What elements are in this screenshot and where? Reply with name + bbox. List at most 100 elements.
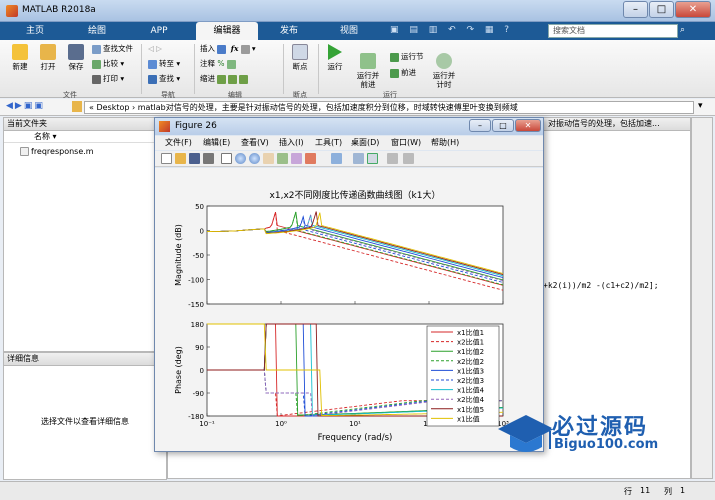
- open-file-icon[interactable]: [175, 153, 186, 164]
- tab-editor[interactable]: 编辑器: [196, 22, 258, 40]
- search-icon[interactable]: ⌕: [680, 25, 685, 35]
- run-section-button[interactable]: 运行节: [390, 52, 424, 62]
- hide-tools-icon[interactable]: [387, 153, 398, 164]
- fx-icon: fx: [230, 44, 239, 53]
- insert-button[interactable]: 插入 fx ▾: [200, 44, 256, 54]
- menu-view[interactable]: 查看(V): [241, 137, 269, 149]
- legend-entry: x1比值5: [457, 405, 484, 414]
- save-figure-icon[interactable]: [189, 153, 200, 164]
- x-axis-label: Frequency (rad/s): [318, 433, 393, 443]
- menu-tools[interactable]: 工具(T): [315, 137, 342, 149]
- pan-icon[interactable]: [263, 153, 274, 164]
- tab-view[interactable]: 视图: [322, 22, 376, 40]
- comment-button[interactable]: 注释 %: [200, 59, 238, 69]
- goto-button[interactable]: 转至 ▾: [148, 59, 180, 69]
- figure-maximize-button[interactable]: □: [492, 119, 514, 132]
- y-tick-label: -90: [193, 390, 204, 398]
- zoom-out-icon[interactable]: [249, 153, 260, 164]
- zoom-in-icon[interactable]: [235, 153, 246, 164]
- tab-home[interactable]: 主页: [8, 22, 62, 40]
- run-and-advance-button[interactable]: 运行并 前进: [352, 44, 384, 89]
- status-row-value: 11: [640, 486, 651, 495]
- brush-icon[interactable]: [305, 153, 316, 164]
- file-item[interactable]: freqresponse.m: [4, 146, 166, 157]
- advance-icon: [390, 68, 399, 78]
- link-plot-icon[interactable]: [331, 153, 342, 164]
- y-tick-label: -50: [193, 252, 204, 260]
- quick-access-toolbar[interactable]: ▣ ▤ ▥ ↶ ↷ ▦ ?: [390, 25, 540, 37]
- group-label-breakpoints: 断点: [293, 91, 307, 99]
- find-files-icon: [92, 44, 101, 54]
- legend-icon[interactable]: [367, 153, 378, 164]
- save-button[interactable]: 保存: [62, 44, 90, 71]
- print-figure-icon[interactable]: [203, 153, 214, 164]
- folder-icon: [40, 44, 56, 60]
- advance-button[interactable]: 前进: [390, 68, 416, 78]
- x-tick-label: 10⁻¹: [199, 420, 215, 428]
- ribbon-tab-bar: 主页 绘图 APP 编辑器 发布 视图 ▣ ▤ ▥ ↶ ↷ ▦ ? 搜索文档 ⌕: [0, 22, 715, 40]
- group-label-edit: 编辑: [228, 91, 242, 99]
- x-tick-label: 10¹: [349, 420, 361, 428]
- title-bar: MATLAB R2018a – □ ✕: [0, 0, 715, 22]
- close-button[interactable]: ✕: [675, 1, 711, 18]
- insert-icon: [217, 44, 227, 54]
- print-button[interactable]: 打印 ▾: [92, 74, 124, 84]
- run-and-time-button[interactable]: 运行并 计时: [428, 44, 460, 89]
- menu-window[interactable]: 窗口(W): [391, 137, 421, 149]
- legend-entry: x1比值1: [457, 328, 484, 337]
- figure-close-button[interactable]: ✕: [515, 119, 541, 132]
- details-header: 详细信息: [4, 353, 166, 366]
- search-input[interactable]: 搜索文档: [548, 24, 678, 38]
- legend-entry: x1比值4: [457, 386, 485, 395]
- menu-help[interactable]: 帮助(H): [431, 137, 459, 149]
- new-button[interactable]: 新建: [6, 44, 34, 71]
- figure-minimize-button[interactable]: –: [469, 119, 491, 132]
- outdent-icon: [228, 74, 238, 84]
- figure-logo-icon: [159, 121, 170, 132]
- current-path-input[interactable]: « Desktop › matlab对信号的处理，主要是针对振动信号的处理，包括…: [84, 101, 694, 114]
- find-files-button[interactable]: 查找文件: [92, 44, 133, 54]
- current-folder-panel: 当前文件夹 名称 ▾ freqresponse.m: [3, 117, 167, 352]
- details-placeholder: 选择文件以查看详细信息: [41, 417, 129, 426]
- breakpoints-button[interactable]: 断点: [286, 44, 314, 71]
- data-cursor-icon[interactable]: [291, 153, 302, 164]
- nav-buttons[interactable]: ◀▶▣▣: [6, 101, 45, 111]
- save-icon: [68, 44, 84, 60]
- menu-desktop[interactable]: 桌面(D): [351, 137, 379, 149]
- edit-plot-icon[interactable]: [221, 153, 232, 164]
- show-tools-icon[interactable]: [403, 153, 414, 164]
- colorbar-icon[interactable]: [353, 153, 364, 164]
- status-bar: 行 11 列 1: [0, 481, 715, 500]
- menu-file[interactable]: 文件(F): [165, 137, 192, 149]
- legend-entry: x2比值1: [457, 338, 484, 347]
- brand-watermark: 必过源码 Biguo100.com: [490, 405, 710, 465]
- comment-toggle-icon: [226, 59, 236, 69]
- tab-apps[interactable]: APP: [132, 22, 186, 40]
- find-button[interactable]: 查找 ▾: [148, 74, 180, 84]
- legend-entry: x1比值3: [457, 366, 484, 375]
- tab-publish[interactable]: 发布: [262, 22, 316, 40]
- address-bar: ◀▶▣▣ « Desktop › matlab对信号的处理，主要是针对振动信号的…: [0, 99, 715, 116]
- open-button[interactable]: 打开: [34, 44, 62, 71]
- editor-ribbon: 新建 打开 保存 查找文件 比较 ▾ 打印 ▾ 文件 ◁ ▷ 转至 ▾ 查找 ▾…: [0, 40, 715, 99]
- nav-back-forward[interactable]: ◁ ▷: [148, 44, 162, 53]
- figure-menu-bar: 文件(F) 编辑(E) 查看(V) 插入(I) 工具(T) 桌面(D) 窗口(W…: [155, 136, 543, 150]
- path-browse-button[interactable]: ▾: [698, 101, 703, 111]
- indent-button[interactable]: 缩进: [200, 74, 250, 84]
- menu-edit[interactable]: 编辑(E): [203, 137, 230, 149]
- compare-button[interactable]: 比较 ▾: [92, 59, 124, 69]
- new-figure-icon[interactable]: [161, 153, 172, 164]
- percent-icon: %: [217, 59, 225, 68]
- indent-icon: [217, 74, 227, 84]
- group-label-run: 运行: [383, 91, 397, 99]
- menu-insert[interactable]: 插入(I): [279, 137, 304, 149]
- run-section-icon: [390, 52, 399, 62]
- run-button[interactable]: 运行: [322, 44, 348, 71]
- tab-plots[interactable]: 绘图: [70, 22, 124, 40]
- column-header-name[interactable]: 名称 ▾: [4, 131, 166, 143]
- maximize-button[interactable]: □: [649, 1, 674, 18]
- minimize-button[interactable]: –: [623, 1, 648, 18]
- smart-indent-icon: [239, 74, 249, 84]
- m-file-icon: [20, 147, 29, 156]
- rotate-icon[interactable]: [277, 153, 288, 164]
